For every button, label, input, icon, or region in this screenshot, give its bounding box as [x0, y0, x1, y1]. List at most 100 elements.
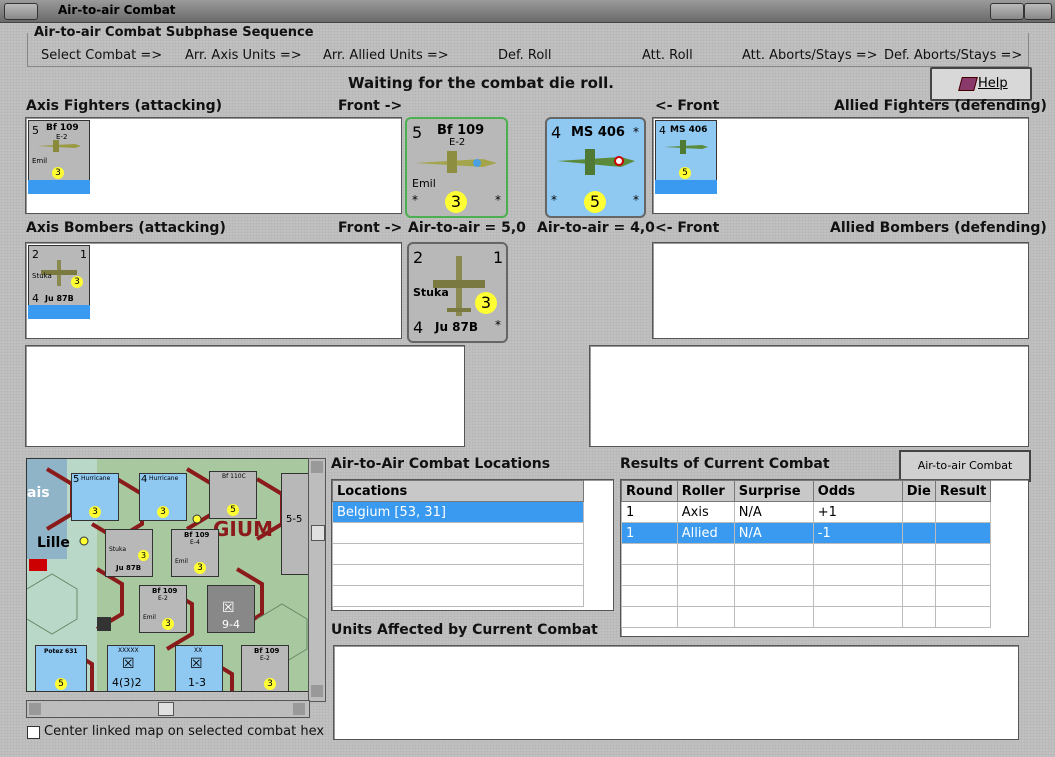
- location-row[interactable]: [332, 522, 584, 544]
- col-odds: Odds: [812, 480, 903, 502]
- map-counter-hurricane-1[interactable]: 5 Hurricane 3: [71, 473, 119, 521]
- map-counter-potez[interactable]: Potez 631 5: [35, 645, 87, 691]
- window-title: Air-to-air Combat: [58, 3, 176, 17]
- horizontal-scroll-thumb[interactable]: [158, 702, 174, 716]
- bf109-plane-icon: [37, 140, 81, 152]
- seq-step-arr-allied: Arr. Allied Units =>: [323, 48, 449, 63]
- location-row[interactable]: Belgium [53, 31]: [332, 501, 584, 523]
- seq-step-def-aborts: Def. Aborts/Stays =>: [884, 48, 1023, 63]
- axis-fighters-label: Axis Fighters (attacking): [26, 98, 222, 114]
- map-counter-bf109-e2-b[interactable]: Bf 109 E-2 3: [241, 645, 289, 691]
- col-die: Die: [901, 480, 936, 502]
- ms406-small-plane-icon: [664, 140, 708, 154]
- seq-step-select-combat: Select Combat =>: [41, 48, 163, 63]
- location-row[interactable]: [332, 543, 584, 565]
- axis-fighters-panel[interactable]: 5 Bf 109 E-2 Emil 3: [25, 117, 402, 214]
- map-counter-bf109-e2[interactable]: Bf 109 E-2 Emil 3: [139, 585, 187, 633]
- results-title: Results of Current Combat: [620, 456, 830, 472]
- map-counter-hurricane-2[interactable]: 4 Hurricane 3: [139, 473, 187, 521]
- allied-fighter-counter-small[interactable]: 4 MS 406 5: [655, 120, 717, 182]
- axis-air-to-air: Air-to-air = 5,0: [408, 220, 526, 236]
- allied-fighters-label: Allied Fighters (defending): [834, 98, 1047, 114]
- center-map-checkbox-label: Center linked map on selected combat hex: [44, 724, 325, 739]
- axis-bombers-label: Axis Bombers (attacking): [26, 220, 226, 236]
- table-row[interactable]: [621, 585, 992, 607]
- table-row[interactable]: 1 Allied N/A -1: [621, 522, 992, 544]
- air-combat-window: Air-to-air Combat Air-to-air Combat Subp…: [0, 0, 1055, 757]
- locations-title: Air-to-Air Combat Locations: [331, 456, 551, 472]
- allied-fighters-panel[interactable]: 4 MS 406 5: [652, 117, 1029, 214]
- axis-bomber-counter-small[interactable]: 2 1 Stuka 3 4 Ju 87B: [28, 245, 90, 307]
- location-row[interactable]: [332, 585, 584, 607]
- units-affected-panel: [333, 645, 1019, 740]
- ms406-plane-icon: [557, 149, 635, 175]
- bf109-large-plane-icon: [415, 151, 497, 173]
- allied-bombers-panel[interactable]: [652, 242, 1029, 339]
- table-row[interactable]: 1 Axis N/A +1: [621, 501, 992, 523]
- scroll-left-arrow-icon[interactable]: [29, 703, 41, 715]
- allied-air-to-air: Air-to-air = 4,0: [537, 220, 655, 236]
- axis-bomber-selection: [28, 305, 90, 319]
- axis-fighter-counter-large[interactable]: 5 Bf 109 E-2 Emil * * 3: [405, 117, 508, 218]
- help-label: Help: [978, 76, 1008, 91]
- help-button[interactable]: Help: [930, 67, 1032, 101]
- results-panel: Round Roller Surprise Odds Die Result 1A…: [620, 479, 1029, 637]
- seq-step-arr-axis: Arr. Axis Units =>: [185, 48, 302, 63]
- book-icon: [958, 77, 978, 91]
- seq-step-def-roll: Def. Roll: [498, 48, 552, 63]
- map-counter-edge[interactable]: 5-5: [281, 473, 309, 575]
- map-counter-georges[interactable]: XXXXX ☒ 4(3)2: [107, 645, 155, 691]
- axis-bomber-counter-large[interactable]: 2 1 Stuka 3 4 Ju 87B *: [407, 242, 508, 343]
- map-horizontal-scrollbar[interactable]: [26, 700, 310, 718]
- map-label-belgium: GIUM: [213, 517, 273, 541]
- close-button[interactable]: [1024, 3, 1052, 20]
- axis-fighter-counter-small[interactable]: 5 Bf 109 E-2 Emil 3: [28, 120, 90, 182]
- locations-panel: Locations Belgium [53, 31]: [331, 479, 614, 611]
- sequence-title: Air-to-air Combat Subphase Sequence: [34, 25, 314, 40]
- map-counter-stuka[interactable]: Stuka 3 Ju 87B: [105, 529, 153, 577]
- allied-fighter-counter-large[interactable]: 4 MS 406 * * * 5: [545, 117, 646, 218]
- table-row[interactable]: [621, 606, 992, 628]
- seq-step-att-aborts: Att. Aborts/Stays =>: [742, 48, 878, 63]
- scroll-right-arrow-icon[interactable]: [293, 703, 305, 715]
- axis-info-panel: [25, 345, 465, 447]
- title-bar: Air-to-air Combat: [0, 0, 1055, 23]
- table-row[interactable]: [621, 564, 992, 586]
- scroll-up-arrow-icon[interactable]: [311, 461, 323, 473]
- map-label-ais: ais: [27, 485, 50, 501]
- locations-table: Locations Belgium [53, 31]: [332, 480, 584, 607]
- col-round: Round: [621, 480, 678, 502]
- axis-fighters-front: Front ->: [338, 98, 403, 114]
- results-table: Round Roller Surprise Odds Die Result 1A…: [621, 480, 992, 628]
- axis-bombers-panel[interactable]: 2 1 Stuka 3 4 Ju 87B: [25, 242, 402, 339]
- allied-info-panel: [589, 345, 1029, 447]
- allied-bombers-label: Allied Bombers (defending): [830, 220, 1047, 236]
- col-surprise: Surprise: [733, 480, 814, 502]
- location-row[interactable]: [332, 564, 584, 586]
- vertical-scroll-thumb[interactable]: [311, 525, 325, 541]
- allied-bombers-front: <- Front: [655, 220, 720, 236]
- status-message: Waiting for the combat die roll.: [348, 74, 614, 92]
- axis-fighter-selection: [28, 180, 90, 194]
- axis-bombers-front: Front ->: [338, 220, 403, 236]
- col-roller: Roller: [676, 480, 735, 502]
- table-row[interactable]: [621, 543, 992, 565]
- units-affected-title: Units Affected by Current Combat: [331, 622, 598, 638]
- allied-fighters-front: <- Front: [655, 98, 720, 114]
- locations-header: Locations: [332, 480, 584, 502]
- linked-map[interactable]: ais Lille GIUM 5 Hurricane 3 4 Hurricane…: [26, 458, 310, 692]
- window-menu-button[interactable]: [4, 3, 38, 20]
- map-counter-bf109-e4[interactable]: Bf 109 E-4 Emil 3: [171, 529, 219, 577]
- allied-fighter-selection: [655, 180, 717, 194]
- minimize-button[interactable]: [990, 3, 1024, 20]
- map-counter-infantry[interactable]: XX ☒ 1-3: [175, 645, 223, 691]
- map-counter-bf110[interactable]: Bf 110C 5: [209, 471, 257, 519]
- map-vertical-scrollbar[interactable]: [308, 458, 326, 702]
- col-result: Result: [934, 480, 992, 502]
- scroll-down-arrow-icon[interactable]: [311, 685, 323, 697]
- map-label-lille: Lille: [37, 535, 70, 551]
- center-map-checkbox[interactable]: [27, 726, 40, 739]
- combat-chart-button[interactable]: Air-to-air Combat Chart: [899, 450, 1031, 500]
- seq-step-att-roll: Att. Roll: [642, 48, 693, 63]
- map-counter-army[interactable]: ☒ 9-4: [207, 585, 255, 633]
